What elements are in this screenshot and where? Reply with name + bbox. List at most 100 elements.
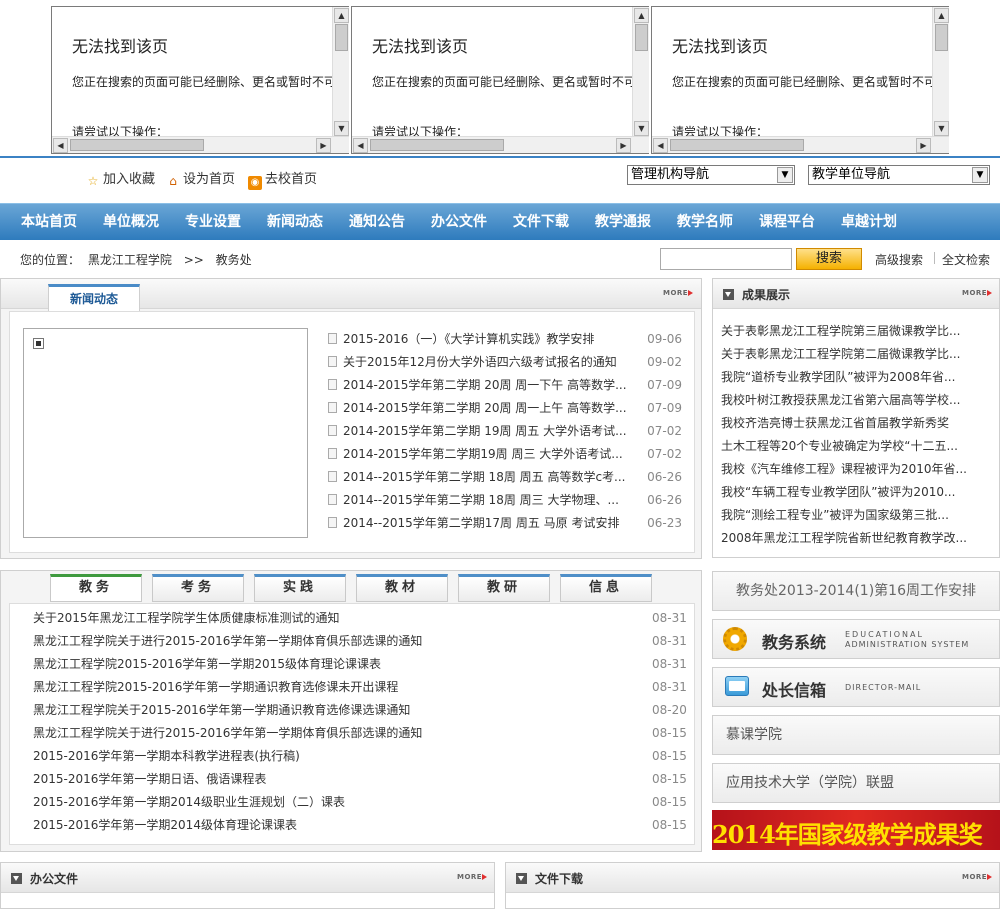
achievement-item[interactable]: 我校《汽车维修工程》课程被评为2010年省... [721, 458, 967, 481]
notice-item-date: 08-15 [652, 726, 687, 740]
weekly-schedule-card[interactable]: 教务处2013-2014(1)第16周工作安排 [712, 571, 1000, 611]
alliance-card[interactable]: 应用技术大学（学院）联盟 [712, 763, 1000, 803]
news-item[interactable]: 2014-2015学年第二学期 19周 周五 大学外语考试... 07-02 [328, 420, 682, 443]
notice-item[interactable]: 黑龙江工程学院关于2015-2016学年第一学期通识教育选修课选课通知 08-20 [33, 699, 687, 722]
achievement-item[interactable]: 2008年黑龙江工程学院省新世纪教育教学改... [721, 527, 967, 550]
news-item-title: 2014--2015学年第二学期17周 周五 马原 考试安排 [343, 516, 620, 530]
frame-horizontal-scrollbar[interactable]: ◀ ▶ [352, 136, 649, 153]
tab-info[interactable]: 信息 [560, 574, 652, 602]
scroll-up-icon[interactable]: ▲ [634, 8, 649, 23]
search-input[interactable] [660, 248, 792, 270]
news-item[interactable]: 关于2015年12月份大学外语四六级考试报名的通知 09-02 [328, 351, 682, 374]
rss-icon: ◉ [248, 176, 262, 190]
news-item[interactable]: 2014-2015学年第二学期19周 周三 大学外语考试... 07-02 [328, 443, 682, 466]
tab-research[interactable]: 教研 [458, 574, 550, 602]
scroll-right-icon[interactable]: ▶ [616, 138, 631, 153]
mooc-card[interactable]: 慕课学院 [712, 715, 1000, 755]
news-item[interactable]: 2014-2015学年第二学期 20周 周一上午 高等数学... 07-09 [328, 397, 682, 420]
frame-horizontal-scrollbar[interactable]: ◀ ▶ [52, 136, 349, 153]
achievement-item[interactable]: 我院“道桥专业教学团队”被评为2008年省... [721, 366, 967, 389]
notice-item[interactable]: 黑龙江工程学院2015-2016学年第一学期通识教育选修课未开出课程 08-31 [33, 676, 687, 699]
scroll-left-icon[interactable]: ◀ [53, 138, 68, 153]
set-homepage-link[interactable]: ⌂ 设为首页 [166, 168, 235, 188]
scroll-thumb[interactable] [370, 139, 504, 151]
nav-item-home[interactable]: 本站首页 [21, 204, 77, 241]
achievement-item[interactable]: 我校齐浩亮博士获黑龙江省首届教学新秀奖 [721, 412, 967, 435]
tab-exams[interactable]: 考务 [152, 574, 244, 602]
achievement-item[interactable]: 关于表彰黑龙江工程学院第三届微课教学比... [721, 320, 967, 343]
notice-item[interactable]: 2015-2016学年第一学期日语、俄语课程表 08-15 [33, 768, 687, 791]
news-item-title: 2014-2015学年第二学期 19周 周五 大学外语考试... [343, 424, 627, 438]
scroll-thumb[interactable] [635, 24, 648, 51]
nav-item-overview[interactable]: 单位概况 [103, 204, 159, 241]
achievements-more-link[interactable]: MORE [962, 289, 992, 298]
academic-system-card[interactable]: 教务系统 EDUCATIONAL ADMINISTRATION SYSTEM [712, 619, 1000, 659]
frame-message: 您正在搜索的页面可能已经删除、更名或暂时不可用。 [372, 75, 634, 89]
scroll-thumb[interactable] [935, 24, 948, 51]
tab-academic[interactable]: 教务 [50, 574, 142, 602]
news-item-date: 09-02 [647, 355, 682, 369]
frame-vertical-scrollbar[interactable]: ▲ ▼ [932, 7, 949, 138]
notice-item-date: 08-15 [652, 749, 687, 763]
scroll-thumb[interactable] [335, 24, 348, 51]
scroll-right-icon[interactable]: ▶ [316, 138, 331, 153]
frame-horizontal-scrollbar[interactable]: ◀ ▶ [652, 136, 949, 153]
breadcrumb-school[interactable]: 黑龙江工程学院 [88, 253, 172, 267]
office-files-more-link[interactable]: MORE [457, 873, 487, 882]
notice-item[interactable]: 黑龙江工程学院关于进行2015-2016学年第一学期体育俱乐部选课的通知 08-3… [33, 630, 687, 653]
notice-item[interactable]: 黑龙江工程学院2015-2016学年第一学期2015级体育理论课课表 08-31 [33, 653, 687, 676]
nav-item-downloads[interactable]: 文件下载 [513, 204, 569, 241]
notice-item[interactable]: 2015-2016学年第一学期2014级职业生涯规划（二）课表 08-15 [33, 791, 687, 814]
notice-item[interactable]: 2015-2016学年第一学期本科教学进程表(执行稿) 08-15 [33, 745, 687, 768]
nav-item-courses[interactable]: 课程平台 [759, 204, 815, 241]
news-item[interactable]: 2014--2015学年第二学期17周 周五 马原 考试安排 06-23 [328, 512, 682, 535]
tab-news[interactable]: 新闻动态 [48, 284, 140, 312]
achievement-item[interactable]: 我院“测绘工程专业”被评为国家级第三批... [721, 504, 967, 527]
school-homepage-link[interactable]: ◉ 去校首页 [248, 168, 317, 190]
notice-item[interactable]: 2015-2016学年第一学期2014级体育理论课课表 08-15 [33, 814, 687, 837]
nav-item-excellence[interactable]: 卓越计划 [841, 204, 897, 241]
achievement-item[interactable]: 关于表彰黑龙江工程学院第二届微课教学比... [721, 343, 967, 366]
scroll-up-icon[interactable]: ▲ [334, 8, 349, 23]
scroll-down-icon[interactable]: ▼ [934, 121, 949, 136]
achievement-item[interactable]: 土木工程等20个专业被确定为学校“十二五... [721, 435, 967, 458]
search-button[interactable]: 搜索 [796, 248, 862, 270]
scroll-left-icon[interactable]: ◀ [653, 138, 668, 153]
director-mail-card[interactable]: 处长信箱 DIRECTOR-MAIL [712, 667, 1000, 707]
nav-item-notices[interactable]: 通知公告 [349, 204, 405, 241]
notice-item[interactable]: 黑龙江工程学院关于进行2015-2016学年第一学期体育俱乐部选课的通知 08-1… [33, 722, 687, 745]
nav-item-news[interactable]: 新闻动态 [267, 204, 323, 241]
achievement-item[interactable]: 我校“车辆工程专业教学团队”被评为2010... [721, 481, 967, 504]
nav-item-office-files[interactable]: 办公文件 [431, 204, 487, 241]
scroll-thumb[interactable] [70, 139, 204, 151]
teaching-award-banner[interactable]: 2014年国家级教学成果奖 [712, 810, 1000, 850]
notice-item[interactable]: 关于2015年黑龙江工程学院学生体质健康标准测试的通知 08-31 [33, 607, 687, 630]
add-favorite-link[interactable]: ☆ 加入收藏 [86, 168, 155, 188]
news-item[interactable]: 2014--2015学年第二学期 18周 周五 高等数学c考... 06-26 [328, 466, 682, 489]
advanced-search-link[interactable]: 高级搜索 [875, 251, 923, 268]
fulltext-search-link[interactable]: 全文检索 [942, 251, 990, 268]
scroll-left-icon[interactable]: ◀ [353, 138, 368, 153]
scroll-right-icon[interactable]: ▶ [916, 138, 931, 153]
frame-vertical-scrollbar[interactable]: ▲ ▼ [332, 7, 349, 138]
nav-item-teachers[interactable]: 教学名师 [677, 204, 733, 241]
tab-practice[interactable]: 实践 [254, 574, 346, 602]
admin-nav-select[interactable]: 管理机构导航 ▼ [627, 165, 795, 185]
frame-vertical-scrollbar[interactable]: ▲ ▼ [632, 7, 649, 138]
scroll-down-icon[interactable]: ▼ [634, 121, 649, 136]
downloads-more-link[interactable]: MORE [962, 873, 992, 882]
tab-textbooks[interactable]: 教材 [356, 574, 448, 602]
nav-item-majors[interactable]: 专业设置 [185, 204, 241, 241]
nav-item-bulletin[interactable]: 教学通报 [595, 204, 651, 241]
news-more-link[interactable]: MORE [663, 289, 693, 298]
news-item[interactable]: 2015-2016（一）《大学计算机实践》教学安排 09-06 [328, 328, 682, 351]
scroll-down-icon[interactable]: ▼ [334, 121, 349, 136]
scroll-thumb[interactable] [670, 139, 804, 151]
scroll-up-icon[interactable]: ▲ [934, 8, 949, 23]
notice-item-title: 2015-2016学年第一学期2014级体育理论课课表 [33, 818, 297, 832]
news-item[interactable]: 2014--2015学年第二学期 18周 周三 大学物理、... 06-26 [328, 489, 682, 512]
teaching-nav-select[interactable]: 教学单位导航 ▼ [808, 165, 990, 185]
achievement-item[interactable]: 我校叶树江教授获黑龙江省第六届高等学校... [721, 389, 967, 412]
director-mail-en: DIRECTOR-MAIL [845, 683, 922, 692]
news-item[interactable]: 2014-2015学年第二学期 20周 周一下午 高等数学... 07-09 [328, 374, 682, 397]
